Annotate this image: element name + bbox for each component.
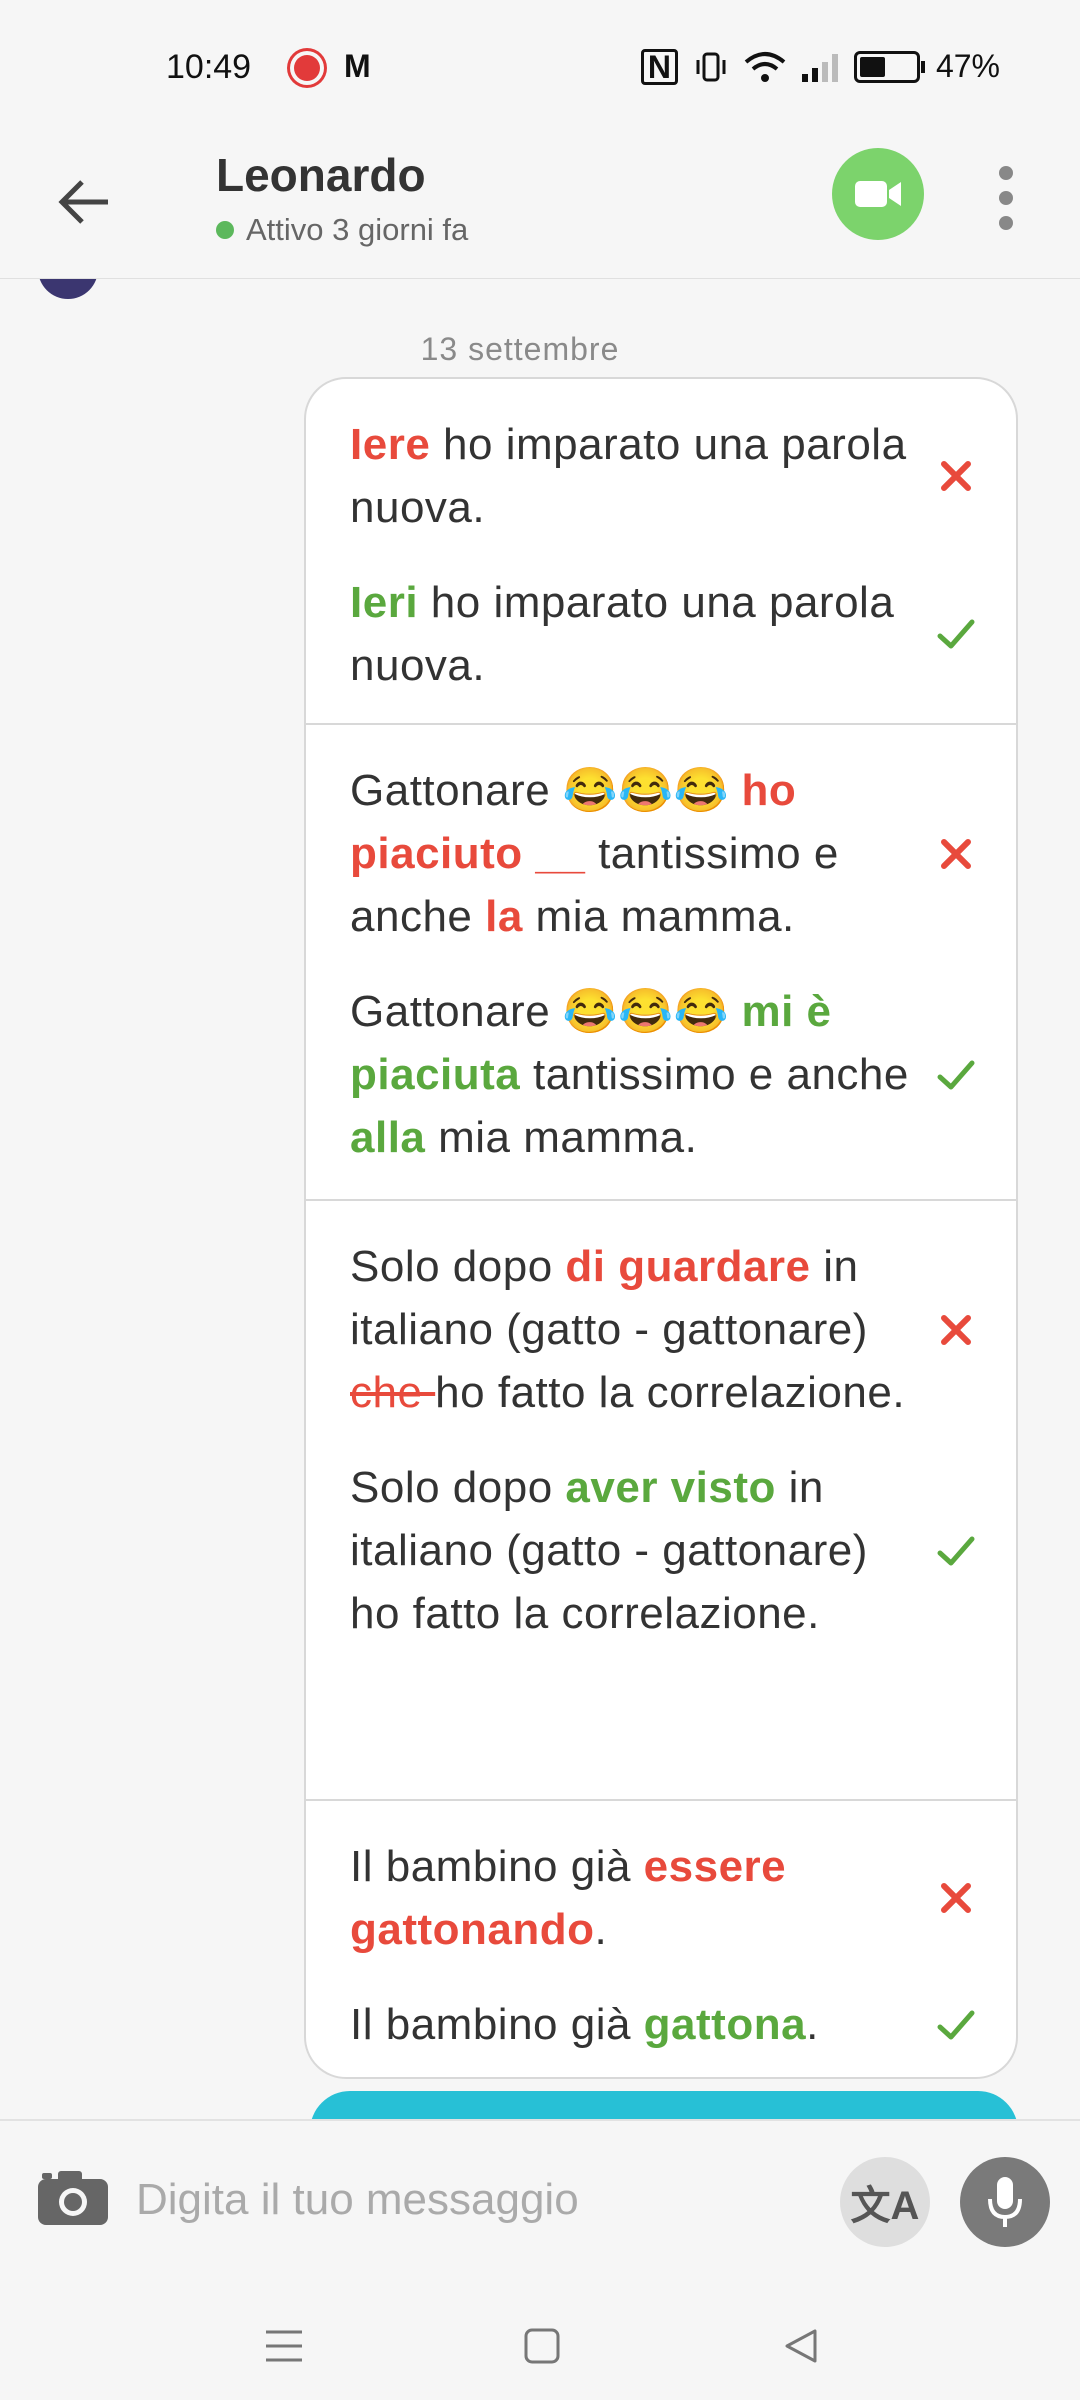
presence-status: Attivo 3 giorni fa <box>216 212 468 248</box>
error-word: di guardare <box>565 1242 811 1291</box>
correction-block: Gattonare 😂😂😂 ho piaciuto __ tantissimo … <box>306 725 1016 1201</box>
status-time: 10:49 <box>166 48 252 86</box>
avatar[interactable] <box>38 279 98 299</box>
sentence-text: Gattonare 😂😂😂 ho piaciuto __ tantissimo … <box>350 759 910 948</box>
text-segment: . <box>594 1905 608 1954</box>
text-segment: mia mamma. <box>522 892 795 941</box>
more-dot <box>999 165 1013 180</box>
date-separator: 13 settembre <box>420 331 620 367</box>
presence-text: Attivo 3 giorni fa <box>246 212 469 247</box>
battery-icon <box>853 50 925 83</box>
menu-icon <box>266 2330 302 2362</box>
sentence-text: Ieri ho imparato una parola nuova. <box>350 571 910 697</box>
camera-icon <box>38 2171 108 2225</box>
status-icons: N 47% <box>640 48 1000 85</box>
status-bar: 10:49 M N 47% <box>0 0 1080 140</box>
error-word: la <box>485 892 523 941</box>
correction-block: Il bambino già essere gattonando. Il bamb… <box>306 1801 1016 2077</box>
text-segment: Gattonare 😂😂😂 <box>350 766 742 815</box>
sentence-text: Il bambino già essere gattonando. <box>350 1835 910 1961</box>
more-dot <box>999 190 1013 205</box>
more-options-button[interactable] <box>984 160 1028 236</box>
chat-area[interactable]: 13 settembre Iere ho imparato una parola… <box>0 279 1080 2119</box>
nfc-icon: N <box>640 48 678 85</box>
text-segment: ho fatto la correlazione. <box>435 1368 906 1417</box>
cross-icon <box>941 1883 971 1913</box>
more-dot <box>999 216 1013 231</box>
correction-block: Iere ho imparato una parola nuova. Ieri h… <box>306 379 1016 725</box>
corrected-word: gattona <box>643 2000 807 2049</box>
check-icon <box>937 1060 975 1089</box>
text-segment: Il bambino già <box>350 1842 644 1891</box>
corrected-word: alla <box>350 1113 426 1162</box>
contact-name[interactable]: Leonardo <box>216 148 426 202</box>
original-sentence: Solo dopo di guardare in italiano (gatto… <box>350 1235 1016 1424</box>
check-icon <box>937 619 975 649</box>
cross-icon <box>941 1314 971 1345</box>
vibrate-icon <box>696 52 726 81</box>
sentence-text: Solo dopo di guardare in italiano (gatto… <box>350 1235 910 1424</box>
nav-back-button[interactable] <box>770 2316 830 2376</box>
camera-button[interactable] <box>32 2163 114 2233</box>
back-triangle-icon <box>785 2329 817 2363</box>
error-word: Iere <box>350 420 431 469</box>
text-segment: Solo dopo <box>350 1242 566 1291</box>
system-nav-bar <box>0 2284 1080 2400</box>
text-segment: mia mamma. <box>425 1113 698 1162</box>
sentence-text: Gattonare 😂😂😂 mi è piaciuta tantissimo e… <box>350 980 910 1169</box>
back-button[interactable] <box>52 168 120 236</box>
sentence-text: Iere ho imparato una parola nuova. <box>350 413 910 539</box>
sentence-text: Solo dopo aver visto in italiano (gatto … <box>350 1456 910 1645</box>
deleted-word: che <box>350 1368 436 1417</box>
corrected-sentence: Il bambino già gattona. <box>350 1993 1016 2056</box>
check-icon <box>937 2010 975 2039</box>
text-segment: Gattonare 😂😂😂 <box>350 987 742 1036</box>
corrected-sentence: Gattonare 😂😂😂 mi è piaciuta tantissimo e… <box>350 980 1016 1169</box>
notification-record-icon <box>294 55 320 81</box>
video-call-button[interactable] <box>832 148 924 240</box>
corrected-word: aver visto <box>565 1463 776 1512</box>
gmail-icon: M <box>344 48 371 84</box>
microphone-icon <box>988 2177 1022 2227</box>
original-sentence: Iere ho imparato una parola nuova. <box>350 413 1016 539</box>
signal-icon <box>801 52 838 82</box>
recent-apps-button[interactable] <box>254 2316 314 2376</box>
translate-icon: 文A <box>850 2184 920 2228</box>
chat-header: Leonardo Attivo 3 giorni fa <box>0 140 1080 279</box>
video-camera-icon <box>855 181 901 207</box>
online-dot-icon <box>216 221 234 239</box>
message-input[interactable] <box>136 2169 796 2231</box>
correction-block: Solo dopo di guardare in italiano (gatto… <box>306 1201 1016 1801</box>
arrow-left-icon <box>58 180 108 224</box>
home-square-icon <box>524 2328 560 2364</box>
text-segment: . <box>806 2000 819 2049</box>
check-icon <box>937 1536 975 1565</box>
battery-percent: 47% <box>935 48 1000 84</box>
text-segment: ho imparato una parola nuova. <box>350 578 895 690</box>
original-sentence: Gattonare 😂😂😂 ho piaciuto __ tantissimo … <box>350 759 1016 948</box>
correction-message-card[interactable]: Iere ho imparato una parola nuova. Ieri h… <box>304 377 1018 2079</box>
text-segment: ho imparato una parola nuova. <box>350 420 907 532</box>
text-segment: Solo dopo <box>350 1463 566 1512</box>
cross-icon <box>941 838 971 869</box>
wifi-icon <box>744 51 786 82</box>
text-segment: tantissimo e anche <box>520 1050 909 1099</box>
translate-button[interactable]: 文A <box>840 2157 930 2247</box>
corrected-sentence: Solo dopo aver visto in italiano (gatto … <box>350 1456 1016 1645</box>
message-composer: 文A <box>0 2119 1080 2285</box>
voice-message-button[interactable] <box>960 2157 1050 2247</box>
next-message-bubble[interactable] <box>310 2091 1018 2119</box>
original-sentence: Il bambino già essere gattonando. <box>350 1835 1016 1961</box>
corrected-word: Ieri <box>350 578 419 627</box>
text-segment: Il bambino già <box>350 2000 644 2049</box>
home-button[interactable] <box>512 2316 572 2376</box>
corrected-sentence: Ieri ho imparato una parola nuova. <box>350 571 1016 697</box>
battery-fill <box>859 56 886 77</box>
sentence-text: Il bambino già gattona. <box>350 1993 910 2056</box>
cross-icon <box>941 461 971 491</box>
